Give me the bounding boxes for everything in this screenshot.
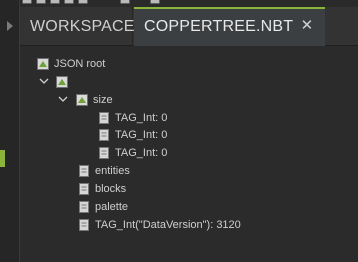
tree-node-size[interactable]: size: [76, 91, 113, 108]
tree-node-int[interactable]: TAG_Int: 0: [98, 126, 167, 143]
tree-label: entities: [95, 164, 130, 177]
int-tag-icon: [98, 128, 110, 141]
toolbar-icon[interactable]: [22, 0, 32, 4]
tab-workspace[interactable]: WORKSPACE: [20, 7, 135, 46]
tree-label: TAG_Int: 0: [115, 146, 168, 159]
list-tag-icon: [76, 93, 88, 106]
toolbar-icon[interactable]: [64, 0, 74, 4]
chevron-down-icon[interactable]: [58, 94, 68, 104]
toolbar-icon[interactable]: [78, 0, 88, 4]
tree-node-blocks[interactable]: blocks: [78, 180, 126, 197]
tab-coppertree-nbt[interactable]: COPPERTREE.NBT ✕: [134, 7, 325, 46]
compound-tag-icon: [37, 57, 49, 70]
compound-tag-icon: [56, 75, 68, 88]
tree-node-dataversion[interactable]: TAG_Int("DataVersion"): 3120: [78, 216, 241, 233]
top-toolbar: [0, 0, 358, 6]
chevron-down-icon[interactable]: [39, 76, 49, 86]
toolbar-icon[interactable]: [150, 0, 160, 4]
tree-label: TAG_Int("DataVersion"): 3120: [95, 218, 241, 231]
tree-label: JSON root: [54, 57, 106, 70]
tree-label: blocks: [95, 182, 127, 195]
tree-label: size: [93, 93, 113, 106]
tab-bar: WORKSPACE COPPERTREE.NBT ✕: [20, 7, 358, 46]
tree-node-int[interactable]: TAG_Int: 0: [98, 109, 167, 126]
left-side-panel: [0, 0, 20, 262]
tree-node-compound[interactable]: [56, 73, 73, 90]
toolbar-icon[interactable]: [120, 0, 130, 4]
list-tag-icon: [78, 164, 90, 177]
close-icon[interactable]: ✕: [299, 18, 315, 34]
tab-label: WORKSPACE: [30, 17, 135, 35]
tree-label: TAG_Int: 0: [115, 111, 168, 124]
toolbar-icon[interactable]: [36, 0, 46, 4]
toolbar-icon[interactable]: [50, 0, 60, 4]
int-tag-icon: [98, 111, 110, 124]
nbt-tree-view: JSON root size TAG_Int: 0 TAG_Int: 0 TAG…: [20, 47, 358, 262]
panel-accent-marker: [0, 150, 5, 167]
tree-node-entities[interactable]: entities: [78, 162, 130, 179]
tree-node-palette[interactable]: palette: [78, 198, 128, 215]
int-tag-icon: [78, 218, 90, 231]
expand-panel-icon[interactable]: [7, 21, 13, 31]
tree-root[interactable]: JSON root: [37, 55, 105, 72]
tab-label: COPPERTREE.NBT: [144, 17, 294, 35]
list-tag-icon: [78, 200, 90, 213]
tree-node-int[interactable]: TAG_Int: 0: [98, 144, 167, 161]
int-tag-icon: [98, 146, 110, 159]
list-tag-icon: [78, 182, 90, 195]
tree-label: TAG_Int: 0: [115, 128, 168, 141]
tree-label: palette: [95, 200, 129, 213]
